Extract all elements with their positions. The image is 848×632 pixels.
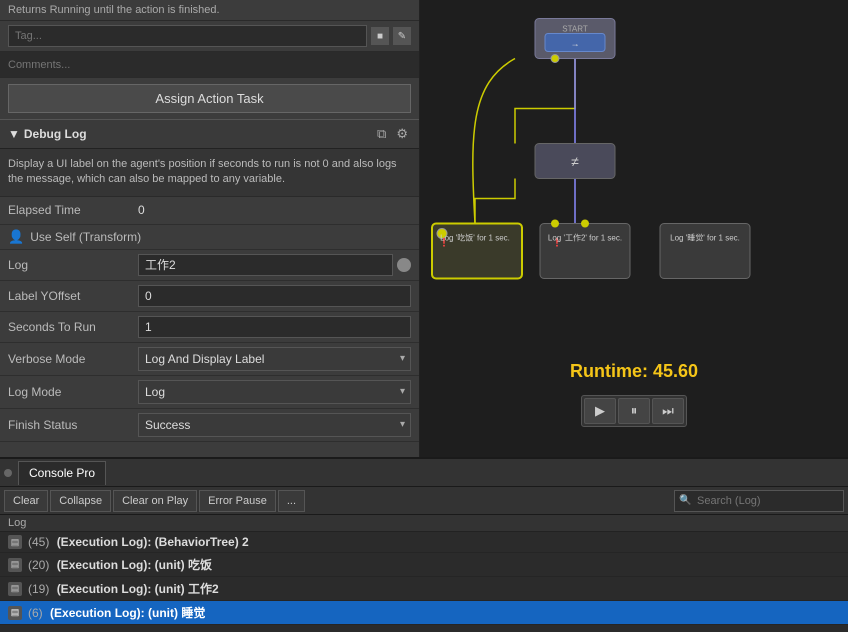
console-toolbar: Clear Collapse Clear on Play Error Pause… xyxy=(0,487,848,515)
svg-text:Log '工作2' for 1 sec.: Log '工作2' for 1 sec. xyxy=(548,233,622,243)
svg-text:Log '吃饭' for 1 sec.: Log '吃饭' for 1 sec. xyxy=(440,233,510,243)
use-self-label: Use Self (Transform) xyxy=(30,230,141,244)
seconds-to-run-row: Seconds To Run xyxy=(0,312,419,343)
person-icon: 👤 xyxy=(8,229,24,245)
log-entry-icon-2: ▤ xyxy=(8,558,22,572)
section-settings-btn[interactable]: ⚙ xyxy=(393,125,411,143)
log-mode-label: Log Mode xyxy=(8,385,138,399)
more-button[interactable]: ... xyxy=(278,490,305,512)
assign-action-task-button[interactable]: Assign Action Task xyxy=(8,84,411,113)
log-text-3: (19) (Execution Log): (unit) 工作2 xyxy=(28,580,219,597)
tag-color-btn[interactable]: ■ xyxy=(371,27,389,45)
behavior-tree-svg: START → ≠ ! Log '吃饭' for 1 sec. ! Log '工… xyxy=(420,0,848,457)
log-circle xyxy=(397,258,411,272)
log-input[interactable] xyxy=(138,254,393,276)
label-yoffset-input[interactable] xyxy=(138,285,411,307)
search-wrapper xyxy=(674,490,844,512)
playback-controls: ▶ ⏸ ⏭ xyxy=(581,395,687,427)
elapsed-time-value: 0 xyxy=(138,203,411,217)
clear-on-play-button[interactable]: Clear on Play xyxy=(113,490,197,512)
label-yoffset-row: Label YOffset xyxy=(0,281,419,312)
console-area: Console Pro Clear Collapse Clear on Play… xyxy=(0,457,848,632)
finish-status-row: Finish Status Success Failure Running xyxy=(0,409,419,442)
verbose-mode-select-wrapper: Log And Display Label Log Only Display L… xyxy=(138,347,411,371)
section-copy-btn[interactable]: ⧉ xyxy=(374,125,389,143)
log-entry-2[interactable]: ▤ (20) (Execution Log): (unit) 吃饭 xyxy=(0,553,848,577)
elapsed-time-label: Elapsed Time xyxy=(8,203,138,217)
collapse-button[interactable]: Collapse xyxy=(50,490,111,512)
svg-text:START: START xyxy=(562,25,588,34)
verbose-mode-row: Verbose Mode Log And Display Label Log O… xyxy=(0,343,419,376)
node-canvas[interactable]: START → ≠ ! Log '吃饭' for 1 sec. ! Log '工… xyxy=(420,0,848,457)
finish-status-select[interactable]: Success Failure Running xyxy=(138,413,411,437)
log-text-2: (20) (Execution Log): (unit) 吃饭 xyxy=(28,556,212,573)
finish-status-select-wrapper: Success Failure Running xyxy=(138,413,411,437)
verbose-mode-label: Verbose Mode xyxy=(8,352,138,366)
top-info-text: Returns Running until the action is fini… xyxy=(8,4,220,16)
log-text-4: (6) (Execution Log): (unit) 睡觉 xyxy=(28,604,205,621)
error-pause-button[interactable]: Error Pause xyxy=(199,490,276,512)
seconds-to-run-label: Seconds To Run xyxy=(8,320,138,334)
log-entry-icon-3: ▤ xyxy=(8,582,22,596)
log-row: Log xyxy=(0,250,419,281)
log-label: Log xyxy=(8,258,138,272)
left-panel: Returns Running until the action is fini… xyxy=(0,0,420,457)
pause-button[interactable]: ⏸ xyxy=(618,398,650,424)
tag-input[interactable] xyxy=(8,25,367,47)
svg-text:→: → xyxy=(571,39,580,49)
svg-text:≠: ≠ xyxy=(571,154,579,170)
log-mode-select[interactable]: Log Warning Error xyxy=(138,380,411,404)
clear-button[interactable]: Clear xyxy=(4,490,48,512)
log-input-wrapper xyxy=(138,254,411,276)
section-icons: ⧉ ⚙ xyxy=(374,125,411,143)
finish-status-label: Finish Status xyxy=(8,418,138,432)
tag-row: ■ ✎ xyxy=(0,21,419,52)
console-pro-tab[interactable]: Console Pro xyxy=(18,461,106,485)
svg-text:Log '睡觉' for 1 sec.: Log '睡觉' for 1 sec. xyxy=(670,233,740,243)
debug-log-section-header: ▼ Debug Log ⧉ ⚙ xyxy=(0,119,419,149)
verbose-mode-select[interactable]: Log And Display Label Log Only Display L… xyxy=(138,347,411,371)
comments-input[interactable] xyxy=(0,52,419,78)
log-entry-1[interactable]: ▤ (45) (Execution Log): (BehaviorTree) 2 xyxy=(0,532,848,553)
console-content: Log ▤ (45) (Execution Log): (BehaviorTre… xyxy=(0,515,848,632)
log-entry-icon-4: ▤ xyxy=(8,606,22,620)
log-mode-select-wrapper: Log Warning Error xyxy=(138,380,411,404)
search-input[interactable] xyxy=(674,490,844,512)
runtime-display: Runtime: 45.60 xyxy=(570,361,698,382)
console-tab-icon xyxy=(4,469,12,477)
log-mode-row: Log Mode Log Warning Error xyxy=(0,376,419,409)
seconds-to-run-input[interactable] xyxy=(138,316,411,338)
top-info: Returns Running until the action is fini… xyxy=(0,0,419,21)
log-text-1: (45) (Execution Log): (BehaviorTree) 2 xyxy=(28,535,249,549)
use-self-row: 👤 Use Self (Transform) xyxy=(0,225,419,250)
skip-button[interactable]: ⏭ xyxy=(652,398,684,424)
play-button[interactable]: ▶ xyxy=(584,398,616,424)
log-header: Log xyxy=(0,515,848,532)
log-entry-3[interactable]: ▤ (19) (Execution Log): (unit) 工作2 xyxy=(0,577,848,601)
label-yoffset-label: Label YOffset xyxy=(8,289,138,303)
console-tab-bar: Console Pro xyxy=(0,459,848,487)
log-entry-4[interactable]: ▤ (6) (Execution Log): (unit) 睡觉 xyxy=(0,601,848,625)
log-entry-icon-1: ▤ xyxy=(8,535,22,549)
elapsed-time-row: Elapsed Time 0 xyxy=(0,197,419,225)
section-title: ▼ Debug Log xyxy=(8,127,87,141)
description-box: Display a UI label on the agent's positi… xyxy=(0,149,419,197)
tag-edit-btn[interactable]: ✎ xyxy=(393,27,411,45)
